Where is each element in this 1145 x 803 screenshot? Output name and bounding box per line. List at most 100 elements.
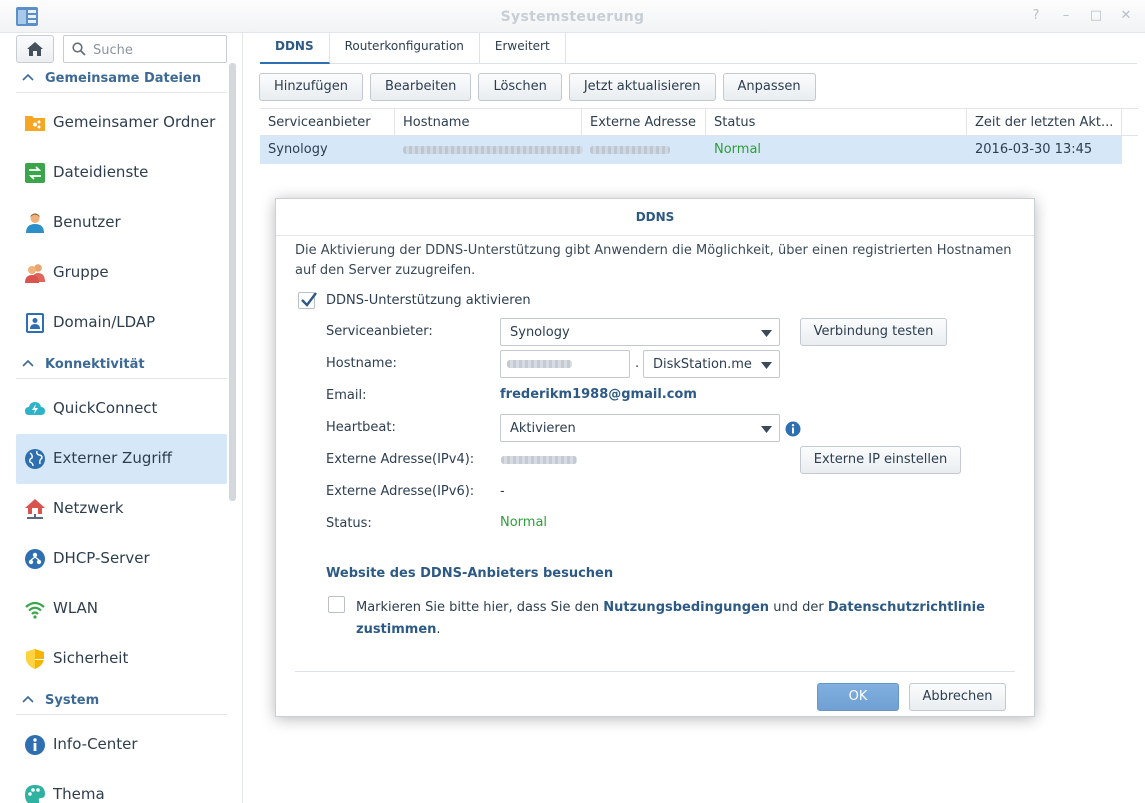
info-icon[interactable] bbox=[785, 421, 801, 437]
column-header-status[interactable]: Status bbox=[706, 109, 967, 136]
cell-provider: Synology bbox=[268, 142, 328, 157]
cancel-button[interactable]: Abbrechen bbox=[909, 683, 1006, 711]
ddns-dialog: DDNS Die Aktivierung der DDNS-Unterstütz… bbox=[275, 198, 1035, 717]
enable-ddns-label[interactable]: DDNS-Unterstützung aktivieren bbox=[326, 293, 531, 308]
sidebar-item-label: Domain/LDAP bbox=[53, 313, 156, 331]
sidebar-item-shared-folder[interactable]: Gemeinsamer Ordner bbox=[16, 98, 227, 148]
network-icon bbox=[25, 499, 45, 519]
test-connection-button[interactable]: Verbindung testen bbox=[800, 318, 947, 346]
sidebar-item-user[interactable]: Benutzer bbox=[16, 198, 227, 248]
group-icon bbox=[25, 264, 45, 283]
column-header-external-address[interactable]: Externe Adresse bbox=[582, 109, 706, 136]
ipv4-value-redacted bbox=[501, 456, 577, 464]
sidebar-item-domain-ldap[interactable]: Domain/LDAP bbox=[16, 298, 227, 348]
maximize-icon[interactable]: □ bbox=[1089, 8, 1103, 24]
terms-text-part1: Markieren Sie bitte hier, dass Sie den bbox=[356, 600, 600, 615]
enable-ddns-checkbox[interactable] bbox=[298, 292, 317, 309]
agree-link[interactable]: zustimmen bbox=[356, 622, 436, 637]
hostname-label: Hostname: bbox=[326, 356, 397, 371]
sidebar-item-dhcp-server[interactable]: DHCP-Server bbox=[16, 534, 227, 584]
external-access-icon bbox=[25, 449, 45, 469]
sidebar-item-label: DHCP-Server bbox=[53, 549, 150, 567]
sidebar: Gemeinsame Dateien Gemeinsamer Ordner Da… bbox=[0, 33, 243, 803]
shared-folder-icon bbox=[25, 116, 45, 131]
hostname-input[interactable] bbox=[500, 350, 630, 378]
section-header-system[interactable]: System bbox=[16, 689, 227, 715]
sidebar-item-security[interactable]: Sicherheit bbox=[16, 634, 227, 684]
checkmark-icon bbox=[301, 292, 317, 307]
terms-checkbox[interactable] bbox=[328, 596, 345, 613]
sidebar-item-group[interactable]: Gruppe bbox=[16, 248, 227, 298]
column-header-last-update[interactable]: Zeit der letzten Akt... bbox=[967, 109, 1122, 136]
cell-hostname-redacted bbox=[395, 136, 583, 164]
help-icon[interactable]: ? bbox=[1029, 8, 1043, 24]
home-button[interactable] bbox=[16, 35, 54, 63]
tab-advanced[interactable]: Erweitert bbox=[480, 33, 566, 63]
email-value: frederikm1988@gmail.com bbox=[500, 387, 697, 402]
terms-text-part2: und der bbox=[773, 600, 824, 615]
domain-select[interactable]: DiskStation.me bbox=[643, 350, 780, 378]
toolbar: Hinzufügen Bearbeiten Löschen Jetzt aktu… bbox=[259, 73, 816, 101]
sidebar-item-network[interactable]: Netzwerk bbox=[16, 484, 227, 534]
column-header-hostname[interactable]: Hostname bbox=[395, 109, 582, 136]
heartbeat-label: Heartbeat: bbox=[326, 420, 396, 435]
email-label: Email: bbox=[326, 388, 367, 403]
terms-text: Markieren Sie bitte hier, dass Sie den N… bbox=[356, 597, 985, 641]
home-icon bbox=[27, 42, 43, 56]
section-header-shared-files[interactable]: Gemeinsame Dateien bbox=[16, 67, 227, 93]
ok-button[interactable]: OK bbox=[817, 683, 899, 711]
tab-ddns[interactable]: DDNS bbox=[260, 33, 330, 64]
chevron-up-icon bbox=[22, 73, 34, 81]
sidebar-item-label: Info-Center bbox=[53, 735, 138, 753]
delete-button[interactable]: Löschen bbox=[478, 73, 562, 101]
table-row[interactable]: Synology Normal 2016-03-30 13:45 bbox=[260, 136, 1122, 164]
sidebar-item-file-services[interactable]: Dateidienste bbox=[16, 148, 227, 198]
sidebar-item-label: Thema bbox=[53, 785, 105, 803]
ddns-table: Serviceanbieter Hostname Externe Adresse… bbox=[260, 108, 1138, 164]
search-box[interactable] bbox=[63, 35, 227, 63]
section-title: Gemeinsame Dateien bbox=[45, 71, 202, 86]
terms-period: . bbox=[436, 622, 441, 637]
sidebar-item-label: Externer Zugriff bbox=[53, 449, 173, 467]
sidebar-item-wlan[interactable]: WLAN bbox=[16, 584, 227, 634]
palette-icon bbox=[25, 785, 45, 803]
sidebar-item-label: Sicherheit bbox=[53, 649, 129, 667]
set-external-ip-button[interactable]: Externe IP einstellen bbox=[800, 446, 961, 474]
edit-button[interactable]: Bearbeiten bbox=[370, 73, 472, 101]
dialog-separator bbox=[295, 671, 1015, 672]
table-header: Serviceanbieter Hostname Externe Adresse… bbox=[260, 108, 1138, 136]
sidebar-item-label: Gemeinsamer Ordner bbox=[53, 113, 216, 131]
section-title: Konnektivität bbox=[45, 357, 145, 372]
title-bar: Systemsteuerung ? – □ ✕ bbox=[0, 0, 1145, 33]
sidebar-item-theme[interactable]: Thema bbox=[16, 770, 227, 803]
sidebar-item-label: WLAN bbox=[53, 599, 99, 617]
provider-select[interactable]: Synology bbox=[500, 318, 780, 346]
customize-button[interactable]: Anpassen bbox=[722, 73, 816, 101]
search-input[interactable] bbox=[93, 41, 221, 59]
minimize-icon[interactable]: – bbox=[1059, 8, 1073, 24]
chevron-down-icon bbox=[761, 330, 772, 337]
provider-website-link[interactable]: Website des DDNS-Anbieters besuchen bbox=[326, 566, 613, 581]
sidebar-item-quickconnect[interactable]: QuickConnect bbox=[16, 384, 227, 434]
privacy-policy-link[interactable]: Datenschutzrichtlinie bbox=[828, 600, 985, 615]
sidebar-item-info-center[interactable]: Info-Center bbox=[16, 720, 227, 770]
status-value: Normal bbox=[500, 515, 548, 530]
add-button[interactable]: Hinzufügen bbox=[259, 73, 363, 101]
sidebar-item-label: Gruppe bbox=[53, 263, 109, 281]
chevron-up-icon bbox=[22, 359, 34, 367]
dialog-title: DDNS bbox=[276, 199, 1034, 236]
dialog-description: Die Aktivierung der DDNS-Unterstützung g… bbox=[295, 243, 1012, 278]
column-header-provider[interactable]: Serviceanbieter bbox=[260, 109, 395, 136]
section-header-connectivity[interactable]: Konnektivität bbox=[16, 353, 227, 379]
cell-external-address-redacted bbox=[582, 136, 670, 164]
update-now-button[interactable]: Jetzt aktualisieren bbox=[568, 73, 716, 101]
chevron-down-icon bbox=[761, 362, 772, 369]
tab-router-config[interactable]: Routerkonfiguration bbox=[330, 33, 480, 63]
cell-last-update: 2016-03-30 13:45 bbox=[975, 142, 1093, 157]
heartbeat-select[interactable]: Aktivieren bbox=[500, 414, 780, 442]
close-icon[interactable]: ✕ bbox=[1119, 8, 1133, 24]
terms-of-use-link[interactable]: Nutzungsbedingungen bbox=[603, 600, 769, 615]
sidebar-item-external-access[interactable]: Externer Zugriff bbox=[16, 434, 227, 484]
sidebar-scrollbar[interactable] bbox=[229, 63, 236, 501]
ipv6-label: Externe Adresse(IPv6): bbox=[326, 484, 475, 499]
